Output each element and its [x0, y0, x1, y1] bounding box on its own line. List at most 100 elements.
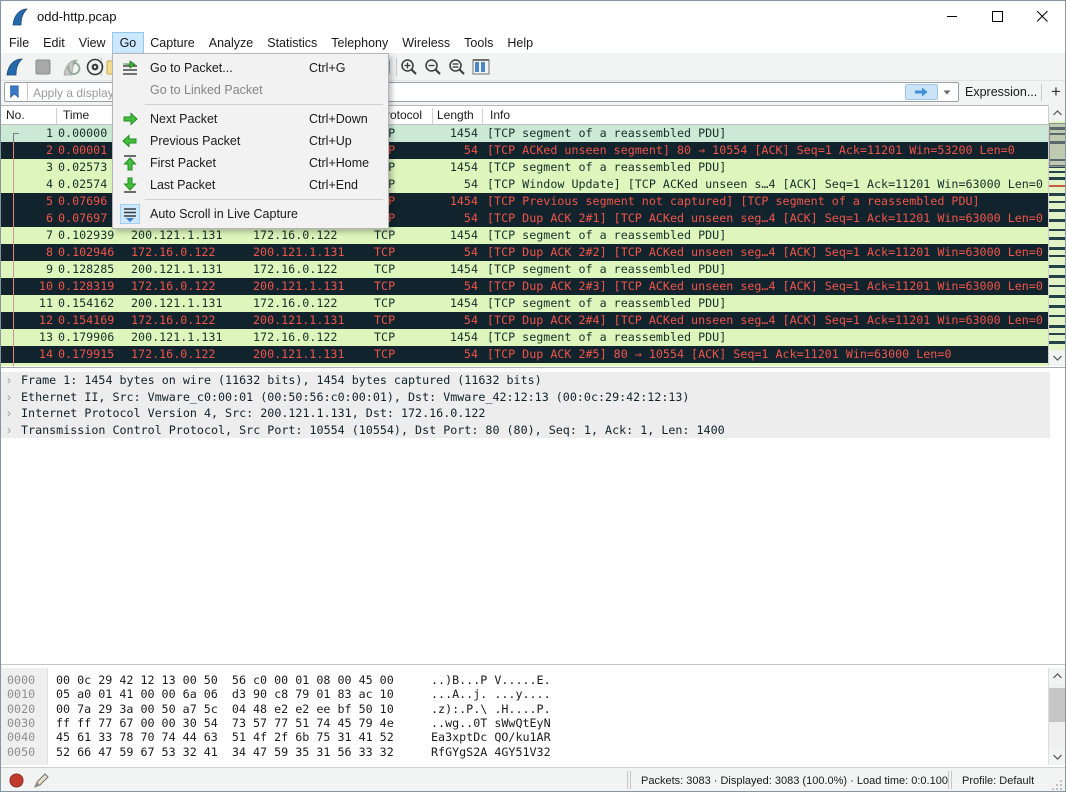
- minimap-stripe: [1049, 265, 1066, 268]
- menu-telephony[interactable]: Telephony: [324, 33, 395, 53]
- hex-scroll-down[interactable]: [1049, 749, 1066, 765]
- zoom-original-icon[interactable]: [447, 57, 467, 77]
- restart-capture-icon[interactable]: [61, 57, 81, 77]
- start-capture-icon[interactable]: [5, 57, 25, 77]
- toolbar-separator-2: [396, 58, 397, 76]
- hex-row[interactable]: 001005 a0 01 41 00 00 6a 06 d3 90 c8 79 …: [1, 687, 1050, 701]
- packet-row-10[interactable]: 100.128319172.16.0.122200.121.1.131TCP54…: [1, 278, 1050, 295]
- cell-len: 54: [426, 210, 478, 227]
- conversation-line: [13, 193, 14, 210]
- maximize-button[interactable]: [975, 1, 1020, 32]
- menu-wireless[interactable]: Wireless: [395, 33, 457, 53]
- conversation-line: [13, 159, 14, 176]
- cell-src: 200.121.1.131: [131, 295, 222, 312]
- expand-chevron-icon[interactable]: ›: [7, 405, 11, 422]
- capture-comment-icon[interactable]: [33, 772, 50, 789]
- scrollbar-thumb[interactable]: [1049, 123, 1066, 167]
- scroll-up-button[interactable]: [1049, 105, 1066, 121]
- packet-row-14[interactable]: 140.179915172.16.0.122200.121.1.131TCP54…: [1, 346, 1050, 363]
- expand-chevron-icon[interactable]: ›: [7, 389, 11, 406]
- expression-button[interactable]: Expression...: [965, 85, 1037, 99]
- zoom-in-icon[interactable]: [399, 57, 419, 77]
- hex-scrollbar[interactable]: [1048, 668, 1065, 765]
- hex-row[interactable]: 004045 61 33 78 70 74 44 63 51 4f 2f 6b …: [1, 730, 1050, 744]
- column-header-info[interactable]: Info: [490, 108, 510, 122]
- hex-scroll-thumb[interactable]: [1049, 688, 1066, 722]
- packet-row-11[interactable]: 110.154162200.121.1.131172.16.0.122TCP14…: [1, 295, 1050, 312]
- packet-row-partial[interactable]: [1, 363, 1050, 366]
- detail-row[interactable]: ›Ethernet II, Src: Vmware_c0:00:01 (00:5…: [1, 389, 1050, 406]
- menu-edit[interactable]: Edit: [36, 33, 72, 53]
- menu-item-go-to-packet[interactable]: Go to Packet...Ctrl+G: [113, 57, 388, 79]
- detail-row[interactable]: › Frame 1: 1454 bytes on wire (11632 bits…: [1, 372, 1050, 389]
- column-header-time[interactable]: Time: [63, 108, 89, 122]
- hex-scroll-up[interactable]: [1049, 668, 1066, 684]
- packet-row-7[interactable]: 70.102939200.121.1.131172.16.0.122TCP145…: [1, 227, 1050, 244]
- cell-time: 0.154162: [58, 295, 114, 312]
- cell-src: 172.16.0.122: [131, 278, 215, 295]
- expand-chevron-icon[interactable]: ›: [7, 422, 11, 439]
- menu-file[interactable]: File: [2, 33, 36, 53]
- expand-chevron-icon[interactable]: ›: [7, 372, 11, 389]
- menu-go[interactable]: Go: [113, 33, 144, 53]
- cell-info: [TCP Previous segment not captured] [TCP…: [487, 193, 980, 210]
- detail-row[interactable]: ›Transmission Control Protocol, Src Port…: [1, 422, 1050, 439]
- column-header-no[interactable]: No.: [6, 108, 25, 122]
- menu-view[interactable]: View: [72, 33, 113, 53]
- hex-row[interactable]: 000000 0c 29 42 12 13 00 50 56 c0 00 01 …: [1, 673, 1050, 687]
- menu-help[interactable]: Help: [500, 33, 540, 53]
- cell-time: 0.02573: [58, 159, 107, 176]
- filter-bookmark-button[interactable]: [5, 83, 28, 101]
- menu-item-first-packet[interactable]: First PacketCtrl+Home: [113, 152, 388, 174]
- menu-analyze[interactable]: Analyze: [202, 33, 260, 53]
- minimap-stripe: [1049, 341, 1066, 344]
- cell-src: 172.16.0.122: [131, 244, 215, 261]
- hex-bytes: ff ff 77 67 00 00 30 54 73 57 77 51 74 4…: [56, 716, 394, 730]
- profile-label[interactable]: Profile: Default: [962, 775, 1034, 787]
- minimap-stripe: [1049, 275, 1066, 278]
- detail-row[interactable]: ›Internet Protocol Version 4, Src: 200.1…: [1, 405, 1050, 422]
- filter-dropdown-caret[interactable]: [939, 84, 955, 100]
- cell-no: 6: [1, 210, 53, 227]
- detail-text: Frame 1: 1454 bytes on wire (11632 bits)…: [21, 372, 542, 389]
- cell-proto: TCP: [374, 278, 395, 295]
- packet-row-12[interactable]: 120.154169172.16.0.122200.121.1.131TCP54…: [1, 312, 1050, 329]
- apply-filter-button[interactable]: [905, 84, 938, 100]
- menu-item-last-packet[interactable]: Last PacketCtrl+End: [113, 174, 388, 196]
- close-button[interactable]: [1020, 1, 1065, 32]
- resize-columns-icon[interactable]: [471, 57, 491, 77]
- menu-capture[interactable]: Capture: [143, 33, 201, 53]
- menu-item-label: Previous Packet: [150, 130, 240, 152]
- hex-bytes: 45 61 33 78 70 74 44 63 51 4f 2f 6b 75 3…: [56, 730, 394, 744]
- menu-tools[interactable]: Tools: [457, 33, 500, 53]
- cell-len: 1454: [426, 227, 478, 244]
- menu-item-auto-scroll-in-live-capture[interactable]: Auto Scroll in Live Capture: [113, 203, 388, 225]
- stop-capture-icon[interactable]: [33, 57, 53, 77]
- column-separator[interactable]: [432, 108, 433, 124]
- expert-info-icon[interactable]: [8, 772, 25, 789]
- menu-item-next-packet[interactable]: Next PacketCtrl+Down: [113, 108, 388, 130]
- menu-statistics[interactable]: Statistics: [260, 33, 324, 53]
- cell-proto: TCP: [374, 312, 395, 329]
- hex-row[interactable]: 0030ff ff 77 67 00 00 30 54 73 57 77 51 …: [1, 716, 1050, 730]
- conversation-line: [13, 133, 14, 142]
- hex-row[interactable]: 002000 7a 29 3a 00 50 a7 5c 04 48 e2 e2 …: [1, 702, 1050, 716]
- column-separator[interactable]: [56, 108, 57, 124]
- packet-row-9[interactable]: 90.128285200.121.1.131172.16.0.122TCP145…: [1, 261, 1050, 278]
- capture-options-icon[interactable]: [85, 57, 105, 77]
- cell-time: 0.179906: [58, 329, 114, 346]
- packet-list-scrollbar[interactable]: [1048, 105, 1065, 366]
- menu-item-previous-packet[interactable]: Previous PacketCtrl+Up: [113, 130, 388, 152]
- column-header-length[interactable]: Length: [437, 108, 474, 122]
- column-separator[interactable]: [482, 108, 483, 124]
- resize-grip[interactable]: [1051, 779, 1063, 791]
- scroll-down-button[interactable]: [1049, 350, 1066, 366]
- hex-row[interactable]: 005052 66 47 59 67 53 32 41 34 47 59 35 …: [1, 745, 1050, 759]
- minimize-button[interactable]: [930, 1, 975, 32]
- add-filter-button[interactable]: +: [1047, 82, 1065, 102]
- packet-row-8[interactable]: 80.102946172.16.0.122200.121.1.131TCP54[…: [1, 244, 1050, 261]
- cell-no: 1: [1, 125, 53, 142]
- packet-row-13[interactable]: 130.179906200.121.1.131172.16.0.122TCP14…: [1, 329, 1050, 346]
- zoom-out-icon[interactable]: [423, 57, 443, 77]
- hex-ascii: ...A..j. ...y....: [431, 687, 551, 701]
